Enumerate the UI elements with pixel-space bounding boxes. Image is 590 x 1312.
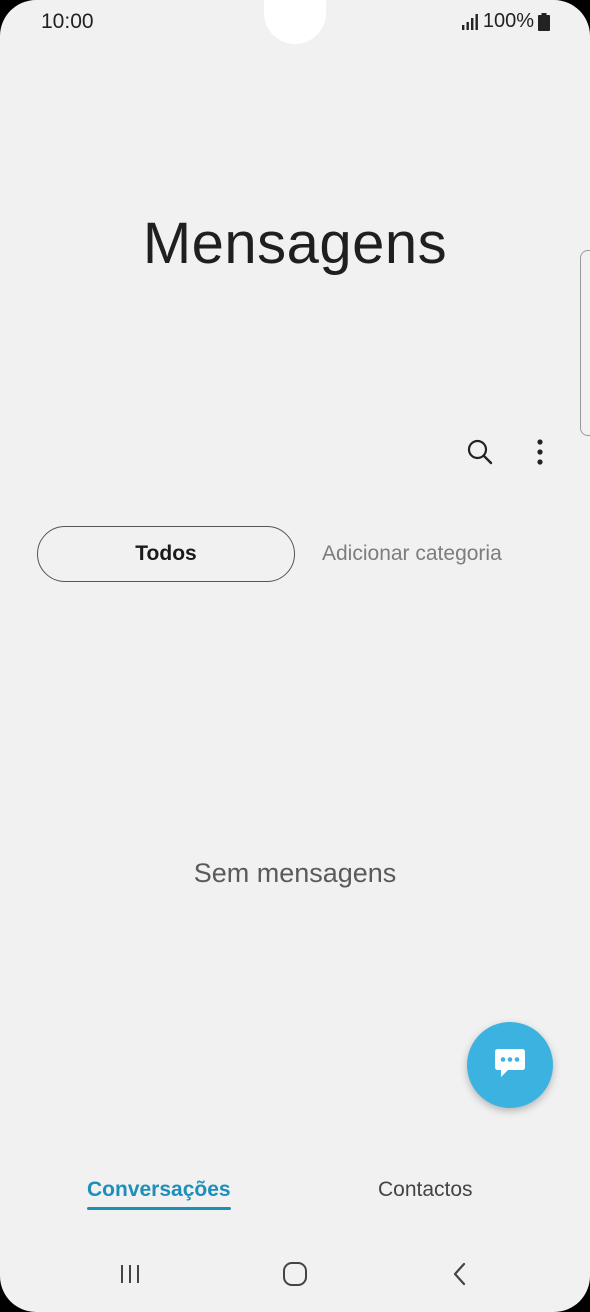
tab-contacts-label: Contactos [378, 1178, 473, 1201]
more-vert-icon [536, 438, 544, 471]
status-bar: 10:00 100% [0, 0, 590, 44]
status-indicators: 100% [461, 10, 550, 33]
tab-contacts[interactable]: Contactos [378, 1178, 473, 1202]
battery-icon [538, 12, 550, 31]
add-category-button[interactable]: Adicionar categoria [322, 526, 502, 582]
battery-percentage: 100% [482, 10, 534, 32]
phone-screen: 10:00 100% Mensagens Todos Adicionar cat… [0, 0, 590, 1312]
home-button[interactable] [275, 1256, 315, 1296]
search-button[interactable] [456, 430, 504, 478]
bottom-tab-bar: Conversações Contactos [0, 1170, 590, 1220]
recent-apps-button[interactable] [110, 1256, 150, 1296]
category-chip-all[interactable]: Todos [37, 526, 295, 582]
back-icon [450, 1260, 470, 1293]
tab-conversations[interactable]: Conversações [87, 1178, 231, 1210]
status-time: 10:00 [41, 10, 94, 33]
signal-icon [461, 13, 479, 31]
edge-panel-handle[interactable] [580, 250, 590, 436]
empty-state-message: Sem mensagens [193, 858, 397, 888]
new-message-icon [492, 1046, 528, 1085]
page-title: Mensagens [142, 211, 448, 276]
search-icon [466, 438, 494, 471]
back-button[interactable] [440, 1256, 480, 1296]
active-tab-indicator [87, 1207, 231, 1210]
home-icon [281, 1260, 309, 1293]
system-navigation-bar [0, 1246, 590, 1306]
recent-apps-icon [118, 1262, 142, 1291]
tab-conversations-label: Conversações [87, 1178, 231, 1201]
compose-message-button[interactable] [467, 1022, 553, 1108]
more-options-button[interactable] [516, 430, 564, 478]
category-filter: Todos Adicionar categoria [37, 526, 557, 582]
